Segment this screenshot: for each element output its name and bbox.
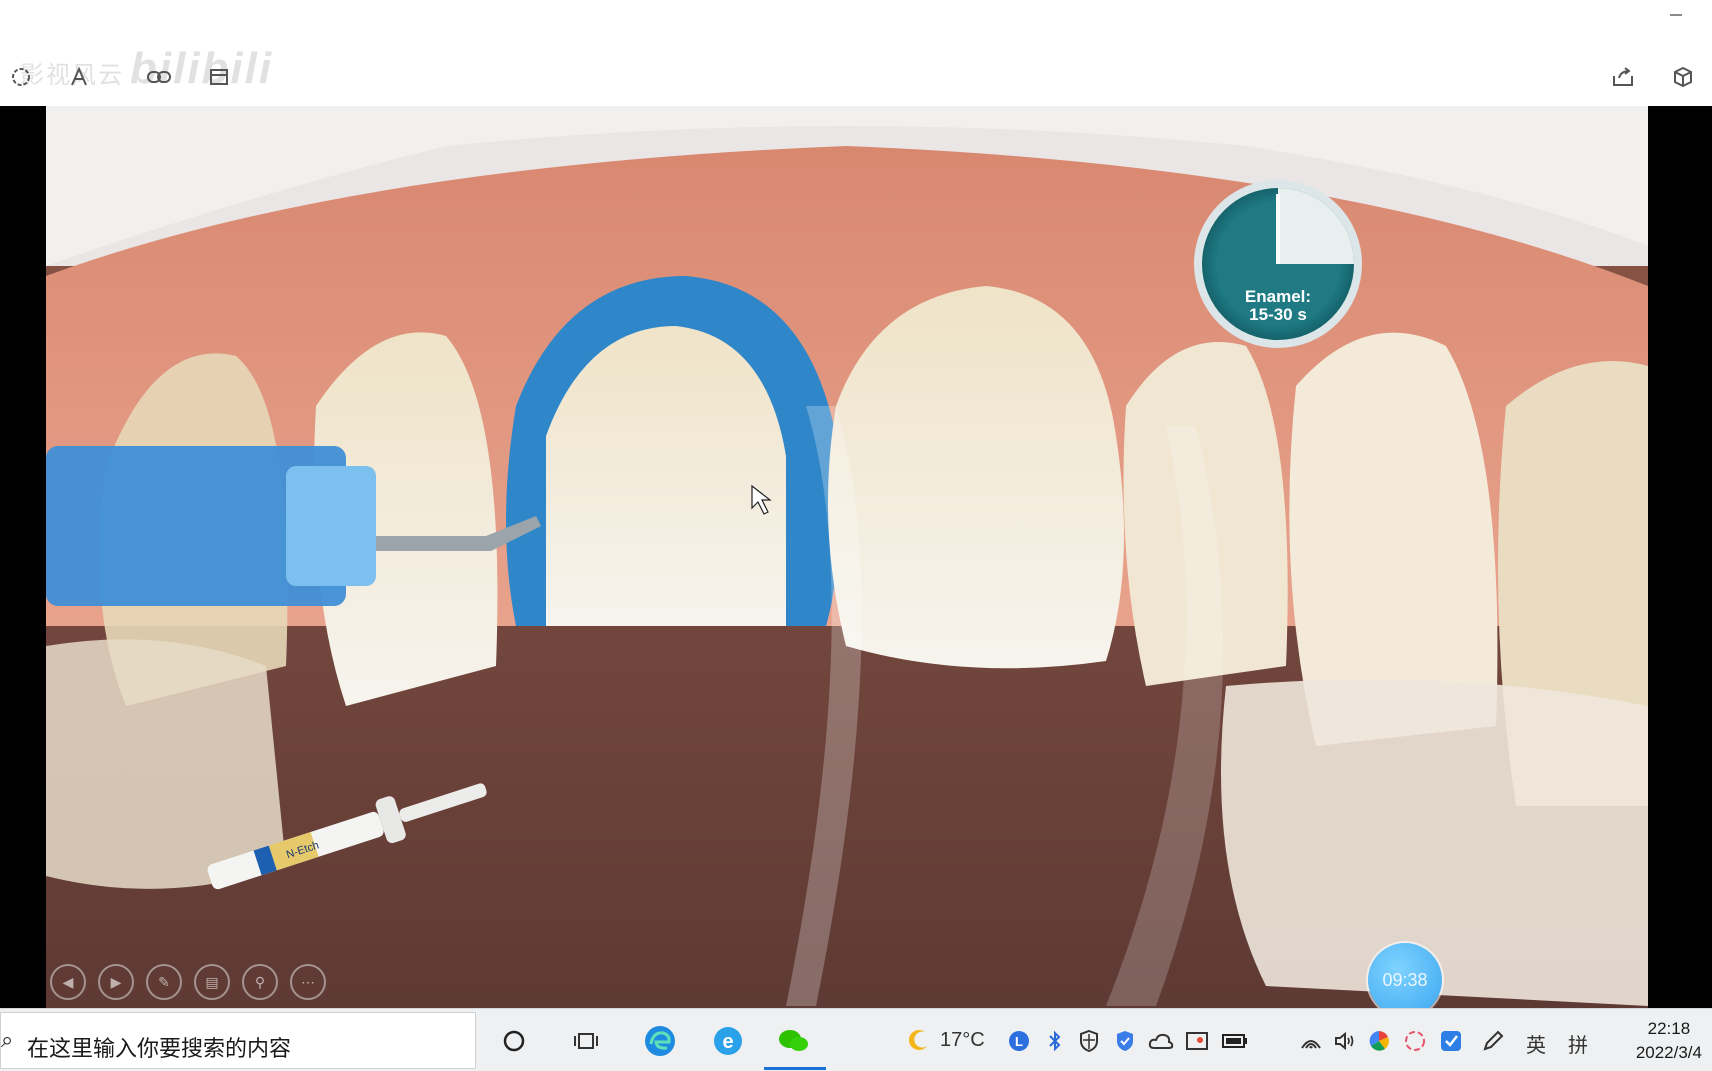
battery-icon[interactable] <box>1220 1021 1250 1061</box>
lasso-icon[interactable] <box>6 62 36 92</box>
clock-time: 22:18 <box>1647 1019 1691 1038</box>
zoom-icon[interactable]: ⚲ <box>242 964 278 1000</box>
link-icon[interactable] <box>144 62 174 92</box>
active-app-indicator <box>764 1067 826 1070</box>
svg-text:L: L <box>1015 1034 1023 1049</box>
clock-date: 2022/3/4 <box>1635 1043 1702 1062</box>
dental-illustration: N-Etch Enamel: 15-30 s <box>46 106 1648 1008</box>
volume-icon[interactable] <box>1330 1021 1360 1061</box>
cortana-icon[interactable] <box>494 1021 534 1061</box>
wechat-icon[interactable] <box>774 1021 814 1061</box>
checkmark-app-icon[interactable] <box>1436 1021 1466 1061</box>
svg-text:e: e <box>722 1031 733 1053</box>
minimize-button[interactable] <box>1670 14 1682 16</box>
share-icon[interactable] <box>1608 62 1638 92</box>
pen-icon[interactable]: ✎ <box>146 964 182 1000</box>
bluetooth-icon[interactable] <box>1040 1021 1070 1061</box>
enamel-clock: Enamel: 15-30 s <box>1194 180 1362 348</box>
task-view-icon[interactable] <box>566 1021 606 1061</box>
presentation-area: N-Etch Enamel: 15-30 s ◀ ▶ ✎ ▤ ⚲ ⋯ 09:38 <box>0 106 1712 1008</box>
ime-language[interactable]: 英 <box>1526 1029 1546 1058</box>
edge-icon[interactable] <box>640 1021 680 1061</box>
text-icon[interactable] <box>64 62 94 92</box>
ime-mode[interactable]: 拼 <box>1568 1029 1588 1058</box>
ie-icon[interactable]: e <box>708 1021 748 1061</box>
timer-badge[interactable]: 09:38 <box>1368 943 1442 1008</box>
slide-image: N-Etch Enamel: 15-30 s ◀ ▶ ✎ ▤ ⚲ ⋯ 09:38 <box>46 106 1648 1008</box>
clock-label-line1: Enamel: <box>1245 287 1311 306</box>
defender-icon[interactable] <box>1110 1021 1140 1061</box>
cloud-icon[interactable] <box>1146 1021 1176 1061</box>
swirl-app-icon[interactable] <box>1400 1021 1430 1061</box>
system-clock[interactable]: 22:18 2022/3/4 <box>1636 1017 1702 1065</box>
slides-icon[interactable]: ▤ <box>194 964 230 1000</box>
wifi-icon[interactable] <box>1296 1021 1326 1061</box>
cube-icon[interactable] <box>1668 62 1698 92</box>
previous-slide-button[interactable]: ◀ <box>50 964 86 1000</box>
weather-temperature[interactable]: 17°C <box>940 1029 985 1052</box>
taskbar: ⌕ 在这里输入你要搜索的内容 e 17°C L 英 拼 22:18 2022/3… <box>0 1008 1712 1071</box>
more-icon[interactable]: ⋯ <box>290 964 326 1000</box>
crop-icon[interactable] <box>204 62 234 92</box>
app-l-icon[interactable]: L <box>1004 1021 1034 1061</box>
screenshot-tool-icon[interactable] <box>1182 1021 1212 1061</box>
weather-icon[interactable] <box>898 1021 938 1061</box>
next-slide-button[interactable]: ▶ <box>98 964 134 1000</box>
top-toolbar: 影视风云 bilibili <box>0 0 1712 106</box>
search-icon: ⌕ <box>1 1027 14 1052</box>
taskbar-search[interactable]: ⌕ 在这里输入你要搜索的内容 <box>0 1012 476 1069</box>
search-input[interactable]: 在这里输入你要搜索的内容 <box>27 1031 291 1063</box>
pen-input-icon[interactable] <box>1478 1021 1508 1061</box>
colorful-app-icon[interactable] <box>1364 1021 1394 1061</box>
security-shield-icon[interactable] <box>1074 1021 1104 1061</box>
clock-label-line2: 15-30 s <box>1249 305 1307 324</box>
